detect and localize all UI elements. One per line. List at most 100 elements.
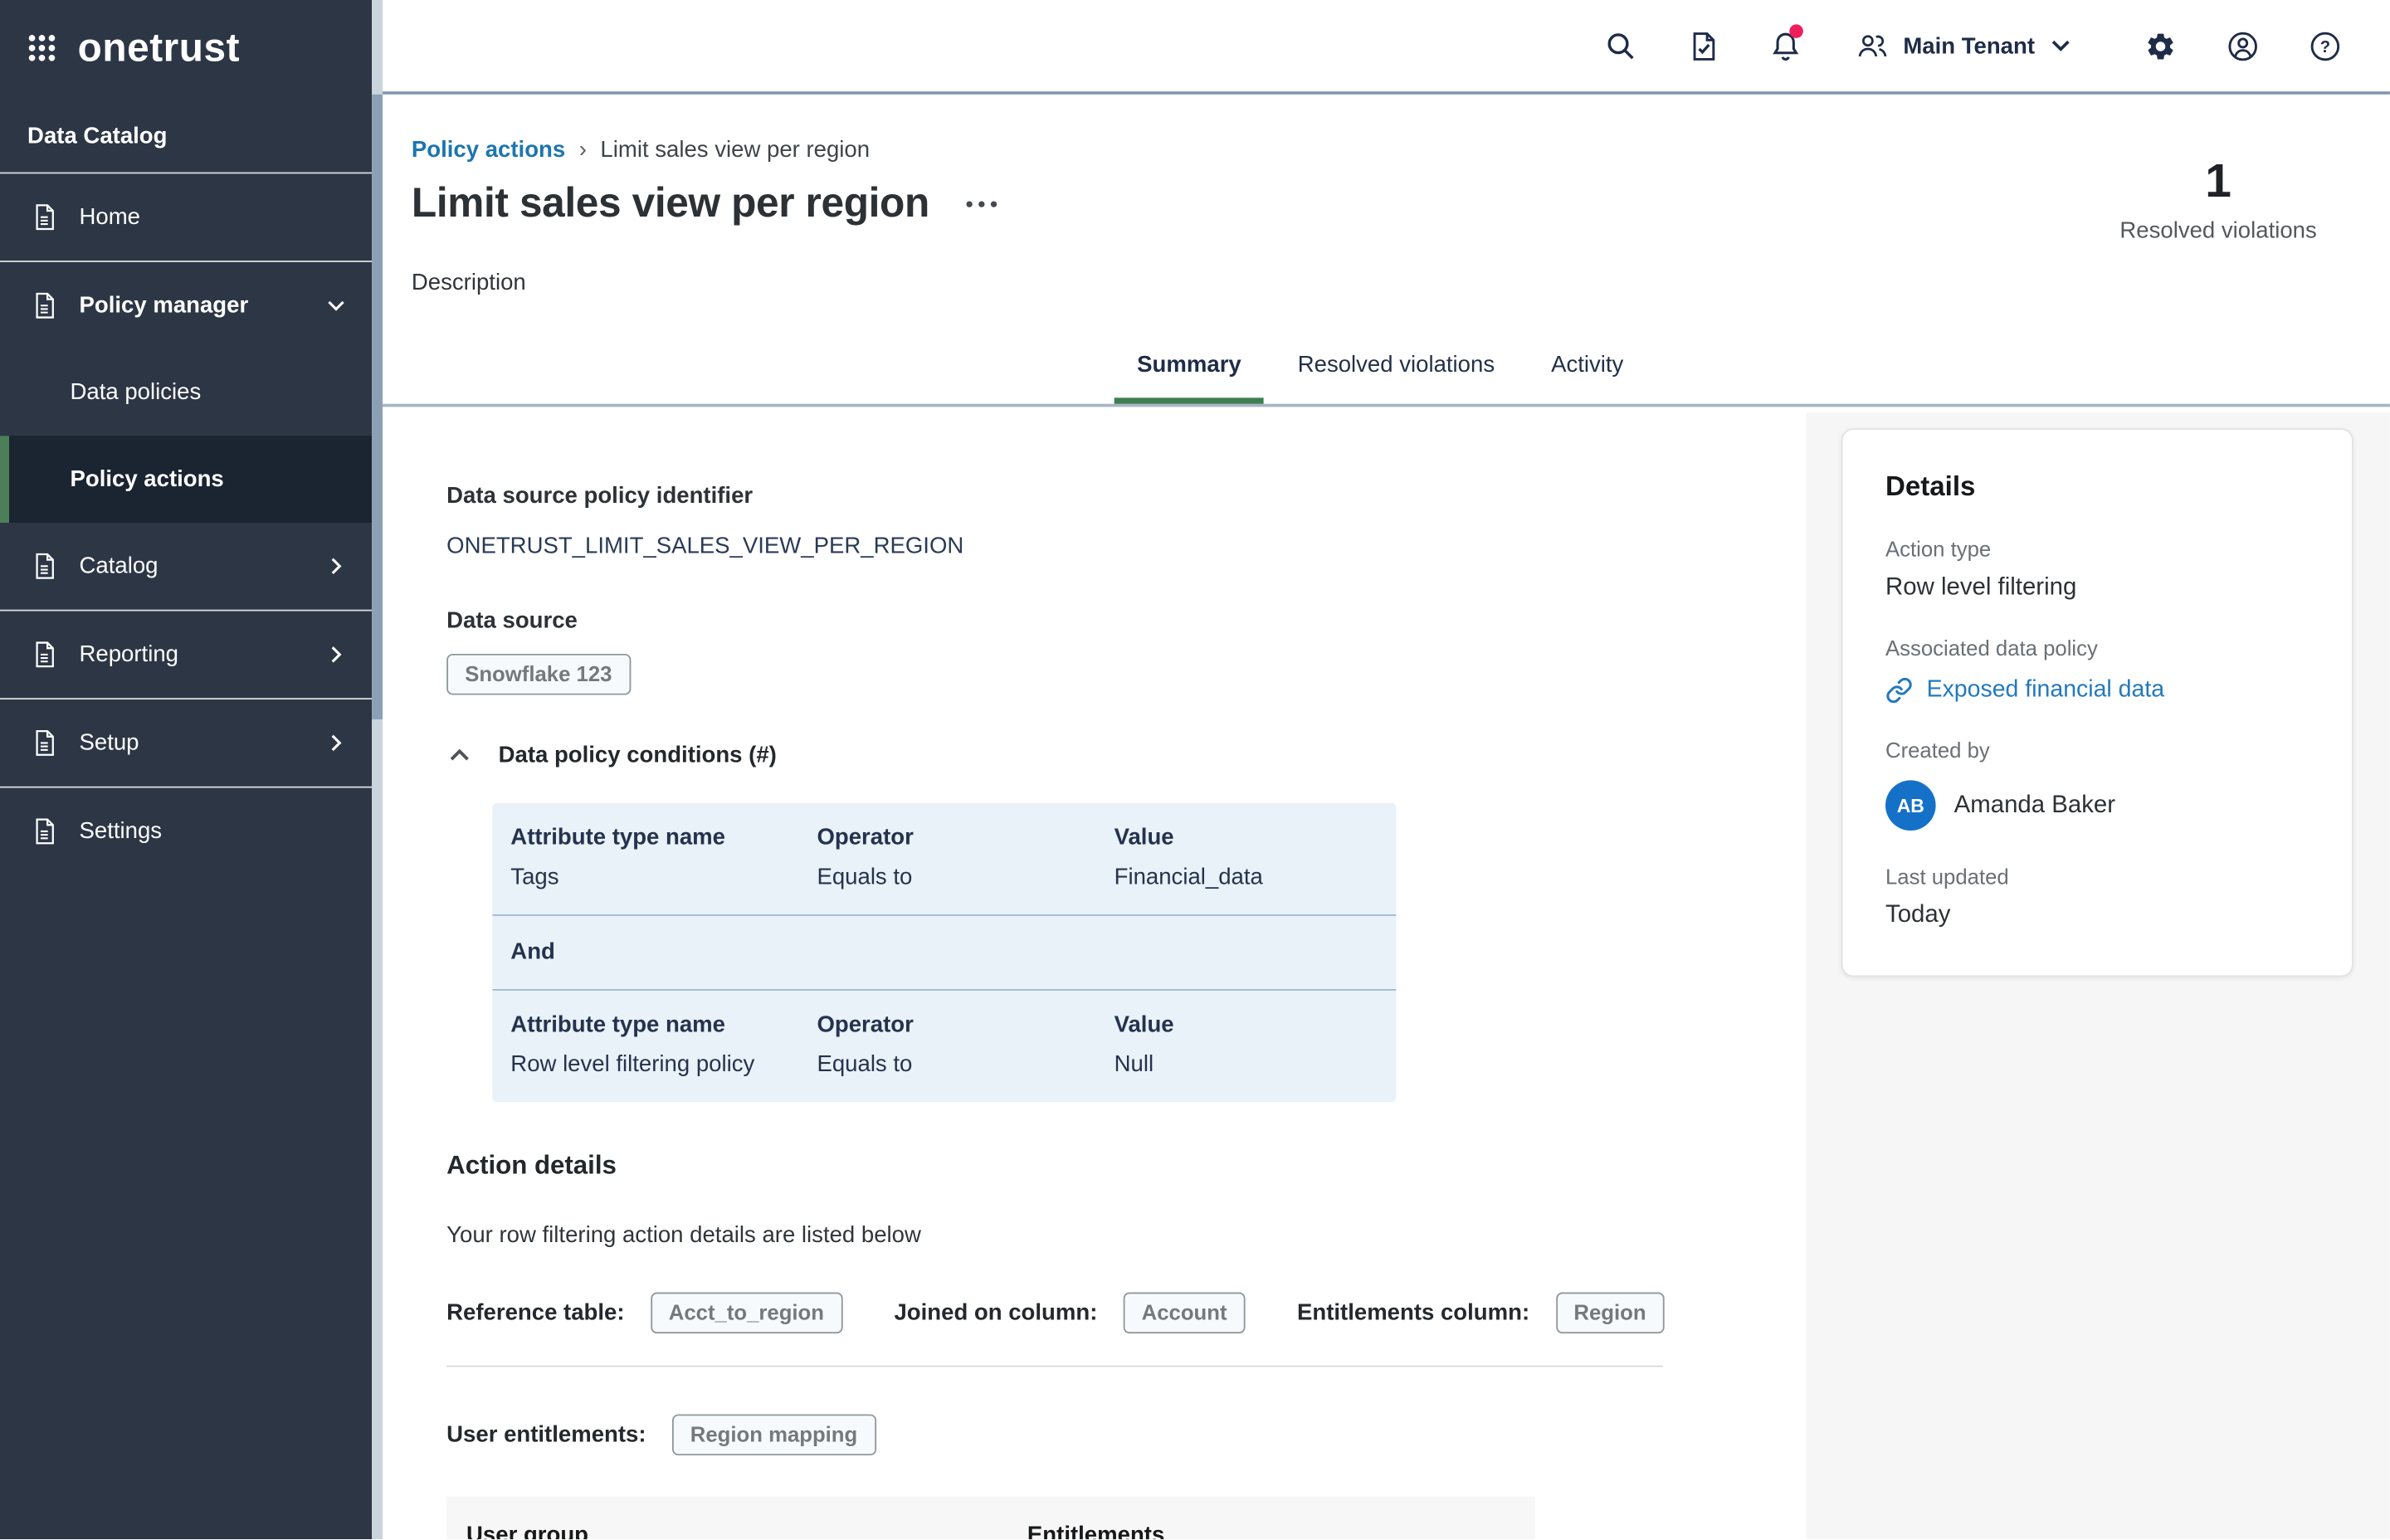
- condition-value: Null: [1115, 1051, 1378, 1077]
- sidebar-item-settings[interactable]: Settings: [0, 788, 372, 875]
- document-icon: [31, 640, 60, 669]
- associated-data-policy-label: Associated data policy: [1885, 636, 2310, 660]
- user-entitlements-chip: Region mapping: [672, 1414, 876, 1455]
- sidebar-item-label: Home: [80, 204, 348, 230]
- user-circle-icon: [2227, 30, 2259, 62]
- created-by-label: Created by: [1885, 738, 2310, 762]
- more-actions-button[interactable]: [963, 192, 999, 216]
- details-title: Details: [1885, 471, 2310, 504]
- search-button[interactable]: [1586, 15, 1656, 76]
- sidebar-scrollbar-thumb[interactable]: [372, 95, 383, 719]
- entitlements-column-label: Entitlements column:: [1297, 1300, 1529, 1326]
- right-rail: Details Action type Row level filtering …: [1806, 413, 2389, 1539]
- data-source-label: Data source: [446, 608, 1806, 634]
- breadcrumb-separator: ›: [579, 137, 587, 163]
- resolved-violations-stat: 1 Resolved violations: [2119, 155, 2316, 244]
- sidebar-item-label: Policy actions: [70, 466, 347, 492]
- tab-resolved-violations[interactable]: Resolved violations: [1275, 334, 1517, 403]
- conditions-panel: Attribute type name Operator Value Tags …: [492, 803, 1396, 1102]
- joined-on-column-chip: Account: [1124, 1293, 1246, 1334]
- app-launcher-waffle-icon[interactable]: [27, 32, 56, 61]
- condition-col-header: Value: [1115, 1012, 1378, 1038]
- column-header-user-group: User group: [466, 1522, 1027, 1539]
- condition-value: Financial_data: [1115, 864, 1378, 889]
- tab-summary[interactable]: Summary: [1115, 334, 1265, 403]
- sidebar-item-label: Settings: [80, 818, 348, 844]
- document-icon: [31, 202, 60, 231]
- identifier-label: Data source policy identifier: [446, 483, 1806, 509]
- identifier-value: ONETRUST_LIMIT_SALES_VIEW_PER_REGION: [446, 534, 1806, 559]
- brand: onetrust: [0, 0, 372, 95]
- action-type-label: Action type: [1885, 537, 2310, 561]
- search-icon: [1605, 30, 1637, 62]
- breadcrumb: Policy actions › Limit sales view per re…: [412, 137, 870, 163]
- title-row: Limit sales view per region: [412, 180, 999, 227]
- chevron-right-icon: [324, 732, 348, 755]
- app-window: onetrust Data Catalog Home Policy manage…: [0, 0, 2390, 1539]
- link-icon: [1885, 676, 1913, 704]
- main-area: Main Tenant ? Policy actions › Limit sal…: [383, 0, 2390, 1539]
- sidebar-item-policy-actions[interactable]: Policy actions: [0, 436, 372, 523]
- joined-on-column-label: Joined on column:: [894, 1300, 1097, 1326]
- sidebar-item-catalog[interactable]: Catalog: [0, 523, 372, 610]
- help-circle-icon: ?: [2309, 30, 2341, 62]
- tab-bar: Summary Resolved violations Activity: [1115, 334, 1646, 403]
- global-settings-button[interactable]: [2124, 15, 2194, 76]
- column-header-entitlements: Entitlements: [1027, 1522, 1535, 1539]
- tenant-label: Main Tenant: [1903, 32, 2035, 58]
- condition-col-header: Attribute type name: [510, 1012, 817, 1038]
- tab-activity[interactable]: Activity: [1529, 334, 1646, 403]
- sidebar-item-setup[interactable]: Setup: [0, 699, 372, 787]
- sidebar-item-label: Setup: [80, 730, 305, 756]
- sidebar-nav: Home Policy manager Data policies Policy…: [0, 173, 372, 875]
- data-source-chip: Snowflake 123: [446, 654, 630, 695]
- product-title: Data Catalog: [0, 95, 372, 173]
- associated-policy-link[interactable]: Exposed financial data: [1927, 676, 2164, 704]
- details-card: Details Action type Row level filtering …: [1841, 428, 2353, 977]
- sidebar-item-reporting[interactable]: Reporting: [0, 612, 372, 699]
- conditions-title: Data policy conditions (#): [499, 742, 777, 768]
- breadcrumb-current: Limit sales view per region: [600, 137, 870, 163]
- action-details-title: Action details: [446, 1151, 1806, 1182]
- stat-value: 1: [2119, 155, 2316, 207]
- user-entitlements-row: User entitlements: Region mapping: [446, 1414, 1806, 1455]
- notification-badge: [1789, 24, 1803, 38]
- onetrust-logo: onetrust: [78, 27, 240, 67]
- account-button[interactable]: [2207, 15, 2277, 76]
- page-header: Policy actions › Limit sales view per re…: [383, 95, 2390, 407]
- sidebar-item-label: Data policies: [70, 379, 347, 405]
- sidebar-item-home[interactable]: Home: [0, 173, 372, 261]
- topbar: Main Tenant ?: [383, 0, 2390, 95]
- page-description: Description: [412, 270, 526, 295]
- help-button[interactable]: ?: [2290, 15, 2359, 76]
- entitlements-table-header: User group Entitlements: [446, 1497, 1534, 1539]
- svg-text:?: ?: [2319, 37, 2329, 56]
- chevron-down-icon: [324, 294, 348, 317]
- condition-attribute: Row level filtering policy: [510, 1051, 817, 1077]
- sidebar: onetrust Data Catalog Home Policy manage…: [0, 0, 372, 1539]
- condition-operator: Equals to: [817, 1051, 1114, 1077]
- sidebar-scrollbar[interactable]: [372, 0, 383, 1539]
- last-updated-value: Today: [1885, 902, 2310, 929]
- divider: [446, 1366, 1663, 1367]
- collapse-chevron-up-icon[interactable]: [446, 742, 472, 768]
- document-check-icon: [1688, 30, 1719, 62]
- entitlements-table: User group Entitlements: [446, 1497, 1534, 1539]
- condition-attribute: Tags: [510, 864, 817, 889]
- sidebar-item-data-policies[interactable]: Data policies: [0, 349, 372, 436]
- sidebar-item-label: Reporting: [80, 641, 305, 667]
- sidebar-item-label: Policy manager: [80, 293, 305, 319]
- action-type-value: Row level filtering: [1885, 574, 2310, 602]
- avatar: AB: [1885, 780, 1936, 831]
- tenant-switcher[interactable]: Main Tenant: [1855, 31, 2073, 61]
- chevron-right-icon: [324, 643, 348, 666]
- notifications-button[interactable]: [1751, 15, 1821, 76]
- condition-col-header: Operator: [817, 825, 1114, 850]
- sidebar-item-policy-manager[interactable]: Policy manager: [0, 262, 372, 349]
- tasks-button[interactable]: [1668, 15, 1738, 76]
- user-entitlements-label: User entitlements:: [446, 1422, 646, 1448]
- sidebar-item-label: Catalog: [80, 553, 305, 579]
- breadcrumb-policy-actions-link[interactable]: Policy actions: [412, 137, 565, 163]
- reference-table-chip: Acct_to_region: [651, 1293, 842, 1334]
- chevron-down-icon: [2049, 33, 2073, 57]
